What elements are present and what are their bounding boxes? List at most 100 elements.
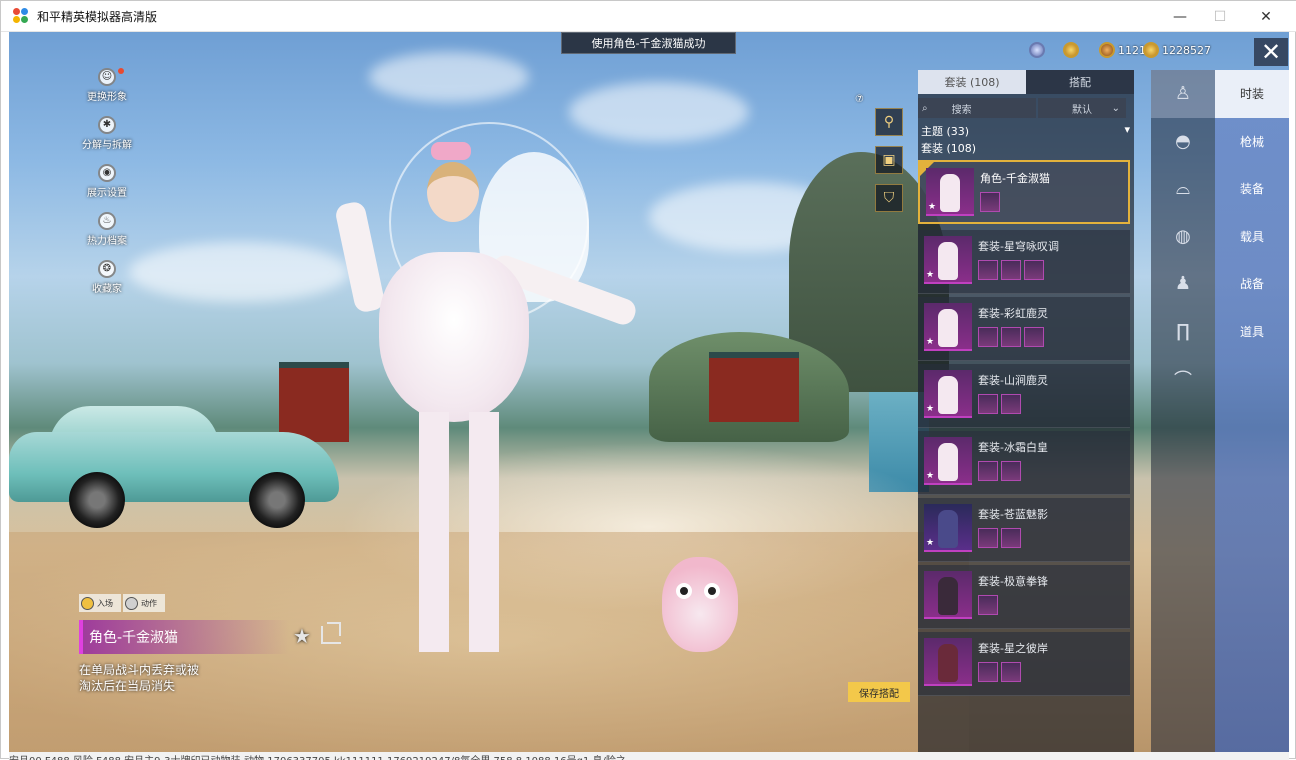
gem-icon: [1029, 42, 1045, 58]
maximize-button[interactable]: ☐: [1197, 1, 1243, 32]
close-screen-button[interactable]: ✕: [1254, 38, 1288, 66]
outfit-icon[interactable]: ♟: [1151, 260, 1215, 308]
figure-icon[interactable]: ♙: [1151, 70, 1215, 118]
currency-gold: 1228527: [1143, 40, 1211, 60]
gold-coin-icon: [1143, 42, 1159, 58]
category-tabs: 时装 枪械 装备 载具 战备 道具: [1215, 70, 1289, 752]
item-name: 套装-苍蓝魅影: [978, 508, 1048, 521]
list-item[interactable]: 套装-星之彼岸: [918, 632, 1130, 696]
item-thumbnail: ★: [924, 437, 972, 485]
tab-guns[interactable]: 枪械: [1215, 118, 1289, 166]
item-thumbnail: [924, 638, 972, 686]
help-label[interactable]: ⑦: [855, 94, 864, 105]
currency-token: 1121: [1099, 40, 1146, 60]
part-thumbnail: [1001, 461, 1021, 481]
favorite-star-icon[interactable]: ★: [293, 624, 311, 648]
share-icon[interactable]: [321, 626, 341, 644]
shoes-icon[interactable]: ⌒: [1151, 355, 1215, 403]
person-icon: ☺: [98, 68, 116, 86]
save-outfit-button[interactable]: 保存搭配: [848, 682, 910, 702]
chevron-down-icon: ⌄: [1111, 102, 1120, 114]
car: [9, 402, 349, 532]
left-side-menu: ☺ 更换形象 ✱ 分解与拆解 ◉ 展示设置 ♨ 热力档案 ❂ 收藏家: [77, 68, 137, 308]
action-tab[interactable]: 动作: [123, 594, 165, 612]
part-thumbnail: [1001, 528, 1021, 548]
close-window-button[interactable]: ✕: [1243, 1, 1289, 32]
list-item[interactable]: ★ 套装-彩虹鹿灵: [918, 297, 1130, 361]
shield-icon[interactable]: ⛉: [875, 184, 903, 212]
menu-change-avatar[interactable]: ☺ 更换形象: [77, 68, 137, 116]
pants-icon[interactable]: ∏: [1151, 308, 1215, 356]
entry-tab-label: 入场: [97, 598, 113, 608]
part-thumbnail: [1024, 327, 1044, 347]
sort-dropdown[interactable]: 默认 ⌄: [1038, 98, 1126, 118]
tab-props[interactable]: 道具: [1215, 308, 1289, 356]
shrine: [709, 352, 799, 422]
cap-icon[interactable]: ◓: [1151, 118, 1215, 166]
currency-coin: [1063, 40, 1082, 60]
caret-down-icon: ▾: [1124, 123, 1130, 136]
item-thumbnail: ★: [924, 236, 972, 284]
item-name: 套装-彩虹鹿灵: [978, 307, 1048, 320]
sort-value: 默认: [1072, 104, 1092, 116]
tab-battle-prep[interactable]: 战备: [1215, 260, 1289, 308]
menu-label: 热力档案: [87, 236, 127, 247]
list-item[interactable]: 套装-极意拳锋: [918, 565, 1130, 629]
tab-fashion[interactable]: 时装: [1215, 70, 1289, 118]
list-item[interactable]: ★ 角色-千金淑猫: [918, 160, 1130, 224]
player-character[interactable]: [333, 142, 639, 672]
item-thumbnail: ★: [924, 504, 972, 552]
part-thumbnail: [978, 528, 998, 548]
success-toast: 使用角色-千金淑猫成功: [561, 32, 736, 54]
suits-subheader: 套装 (108): [921, 142, 977, 155]
flame-icon: ♨: [98, 212, 116, 230]
search-input[interactable]: ⌕ 搜索: [918, 98, 1036, 118]
entry-tab[interactable]: 入场: [79, 594, 121, 612]
coin-icon: [1063, 42, 1079, 58]
part-thumbnail: [1024, 260, 1044, 280]
tab-vehicles[interactable]: 载具: [1215, 213, 1289, 261]
item-thumbnail: ★: [924, 303, 972, 351]
part-thumbnail: [978, 260, 998, 280]
list-item[interactable]: ★ 套装-苍蓝魅影: [918, 498, 1130, 562]
currency-value: 1228527: [1162, 43, 1211, 57]
tab-combination[interactable]: 搭配: [1026, 70, 1134, 94]
window-title: 和平精英模拟器高清版: [37, 9, 158, 24]
tab-equipment[interactable]: 装备: [1215, 165, 1289, 213]
menu-label: 分解与拆解: [82, 140, 132, 151]
theme-label: 主题 (33): [921, 125, 970, 138]
menu-label: 展示设置: [87, 188, 127, 199]
item-name: 套装-冰霜白皇: [978, 441, 1048, 454]
glasses-icon[interactable]: ⌓: [1151, 165, 1215, 213]
item-info: 入场 动作 角色-千金淑猫 在单局战斗内丢弃或被 淘汰后在当局消失: [79, 594, 359, 694]
part-thumbnail: [1001, 394, 1021, 414]
item-name: 套装-极意拳锋: [978, 575, 1048, 588]
list-item[interactable]: ★ 套装-星穹咏叹调: [918, 230, 1130, 294]
lock-icon[interactable]: ▣: [875, 146, 903, 174]
list-item[interactable]: ★ 套装-山涧鹿灵: [918, 364, 1130, 428]
quick-actions: ⚲ ▣ ⛉: [875, 108, 903, 222]
menu-heat-archive[interactable]: ♨ 热力档案: [77, 212, 137, 260]
currency-value: 1121: [1118, 43, 1146, 57]
cloud: [569, 82, 749, 142]
menu-label: 收藏家: [92, 284, 122, 295]
item-description: 在单局战斗内丢弃或被 淘汰后在当局消失: [79, 662, 359, 694]
app-logo-icon: [13, 8, 29, 24]
menu-display-settings[interactable]: ◉ 展示设置: [77, 164, 137, 212]
entry-icon: [81, 596, 94, 610]
menu-decompose[interactable]: ✱ 分解与拆解: [77, 116, 137, 164]
token-icon: [1099, 42, 1115, 58]
search-placeholder: 搜索: [951, 104, 972, 116]
theme-filter[interactable]: 主题 (33) ▾: [918, 118, 1134, 139]
part-thumbnail: [1001, 662, 1021, 682]
mask-icon[interactable]: ◍: [1151, 213, 1215, 261]
menu-collector[interactable]: ❂ 收藏家: [77, 260, 137, 308]
list-item[interactable]: ★ 套装-冰霜白皇: [918, 431, 1130, 495]
menu-label: 更换形象: [87, 92, 127, 103]
outfit-panel: 套装 (108) 搭配 ⌕ 搜索 默认 ⌄ 主题 (33) ▾ 套装 (108): [918, 70, 1134, 752]
tab-suits[interactable]: 套装 (108): [918, 70, 1026, 94]
search-icon: ⌕: [922, 102, 928, 114]
action-tab-label: 动作: [141, 598, 157, 608]
pet-companion: [654, 537, 744, 662]
wardrobe-icon[interactable]: ⚲: [875, 108, 903, 136]
